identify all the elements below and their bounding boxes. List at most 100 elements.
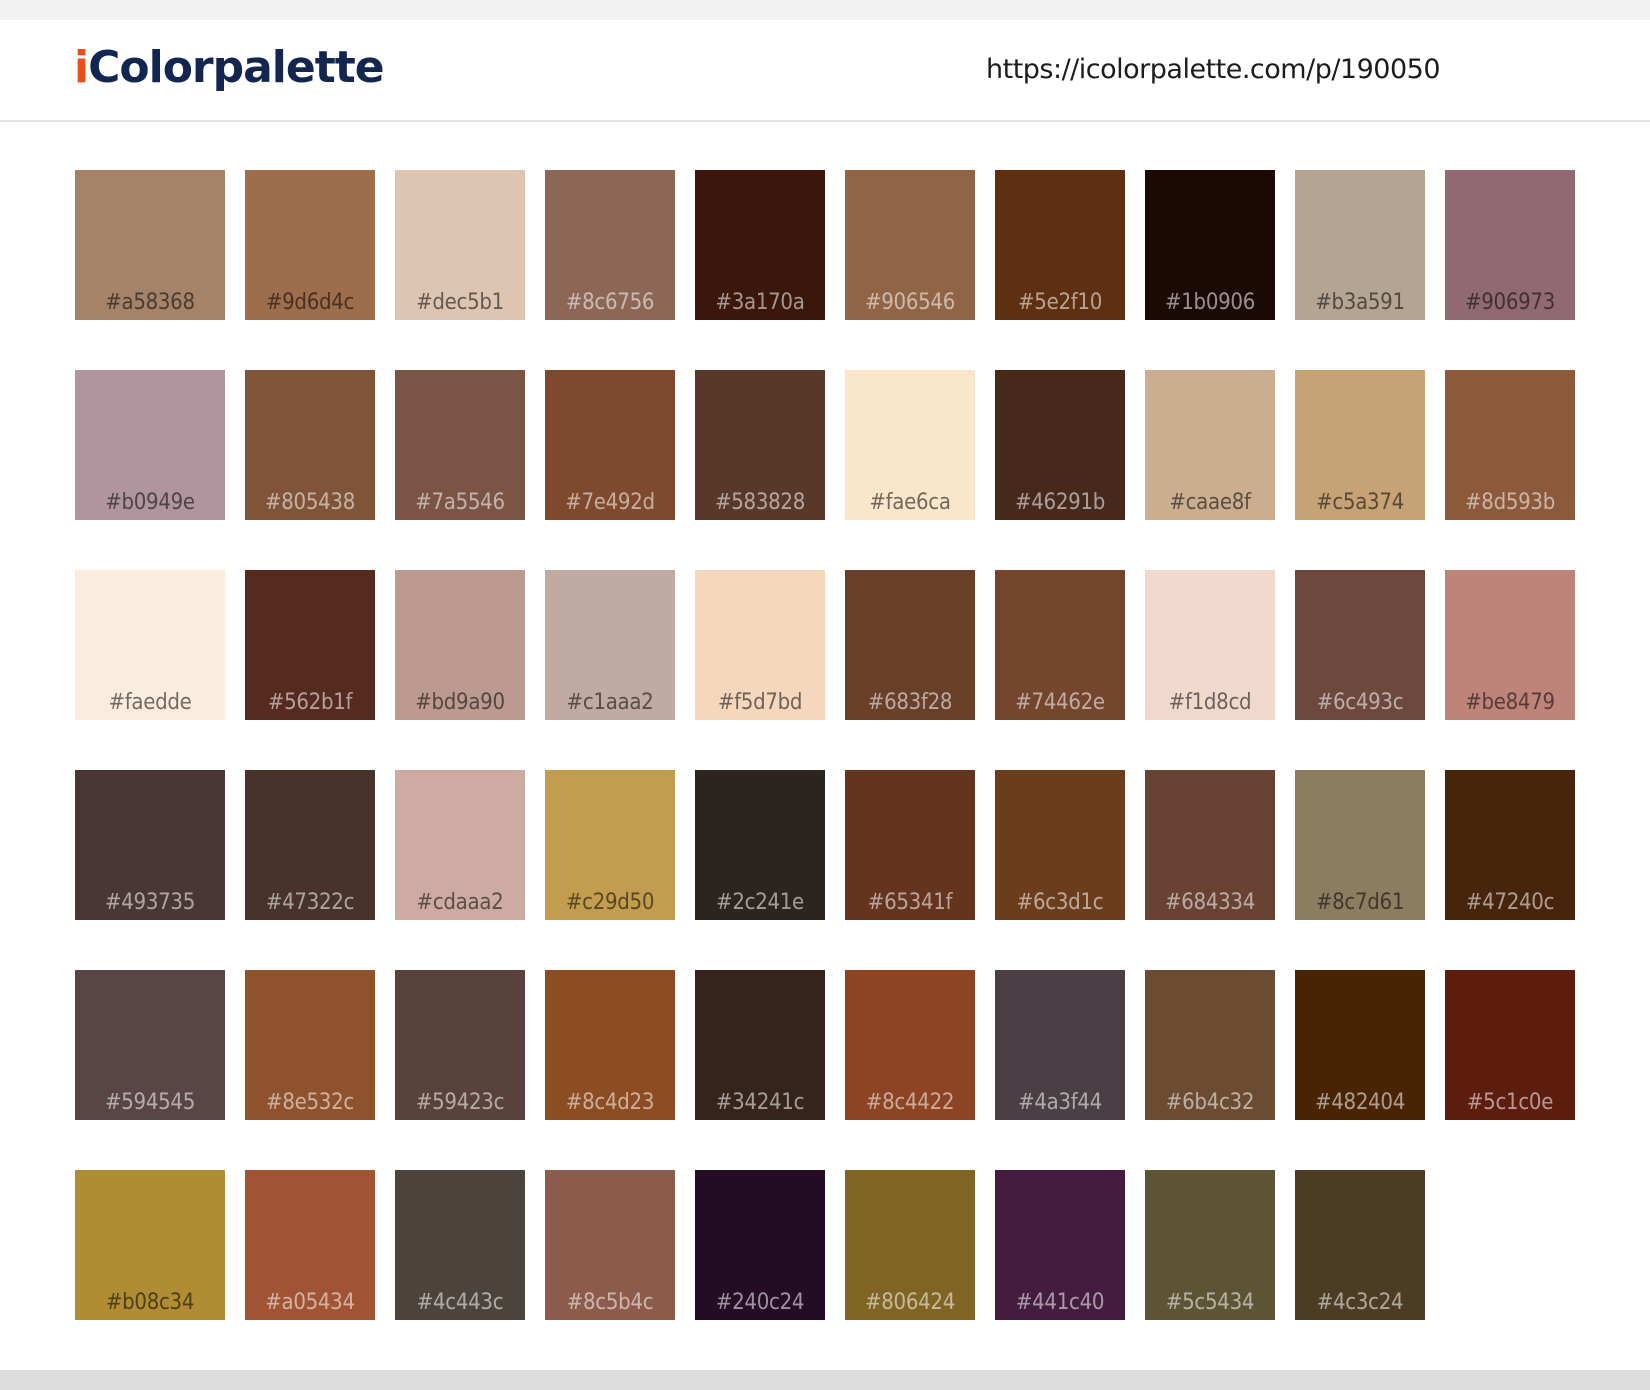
color-swatch[interactable]: #7e492d xyxy=(545,370,675,520)
color-swatch[interactable]: #59423c xyxy=(395,970,525,1120)
color-swatch[interactable]: #562b1f xyxy=(245,570,375,720)
swatch-hex-label: #805438 xyxy=(264,490,356,515)
color-swatch[interactable]: #8c4d23 xyxy=(545,970,675,1120)
color-swatch[interactable]: #1b0906 xyxy=(1145,170,1275,320)
color-swatch[interactable]: #4c3c24 xyxy=(1295,1170,1425,1320)
color-swatch-grid: #a58368 #9d6d4c #dec5b1 #8c6756 #3a170a #9065… xyxy=(75,170,1575,1340)
color-swatch[interactable]: #c29d50 xyxy=(545,770,675,920)
color-swatch[interactable]: #906546 xyxy=(845,170,975,320)
color-swatch[interactable]: #f1d8cd xyxy=(1145,570,1275,720)
swatch-hex-label: #5c1c0e xyxy=(1466,1090,1554,1115)
color-swatch[interactable]: #46291b xyxy=(995,370,1125,520)
color-swatch[interactable]: #6c3d1c xyxy=(995,770,1125,920)
color-swatch[interactable]: #be8479 xyxy=(1445,570,1575,720)
color-swatch[interactable]: #8e532c xyxy=(245,970,375,1120)
color-swatch[interactable]: #8c6756 xyxy=(545,170,675,320)
swatch-hex-label: #faedde xyxy=(108,690,192,715)
palette-url[interactable]: https://icolorpalette.com/p/190050 xyxy=(986,56,1441,83)
color-swatch[interactable]: #8c5b4c xyxy=(545,1170,675,1320)
color-swatch[interactable]: #805438 xyxy=(245,370,375,520)
color-swatch[interactable]: #a58368 xyxy=(75,170,225,320)
color-swatch[interactable]: #faedde xyxy=(75,570,225,720)
swatch-hex-label: #7a5546 xyxy=(415,490,505,515)
color-swatch[interactable]: #5e2f10 xyxy=(995,170,1125,320)
swatch-hex-label: #b0949e xyxy=(105,490,195,515)
swatch-hex-label: #59423c xyxy=(415,1090,505,1115)
color-swatch[interactable]: #c1aaa2 xyxy=(545,570,675,720)
color-swatch[interactable]: #47240c xyxy=(1445,770,1575,920)
swatch-hex-label: #583828 xyxy=(714,490,806,515)
swatch-hex-label: #8c4422 xyxy=(865,1090,955,1115)
color-swatch[interactable]: #9d6d4c xyxy=(245,170,375,320)
swatch-hex-label: #1b0906 xyxy=(1164,290,1255,315)
swatch-hex-label: #65341f xyxy=(867,890,953,915)
color-swatch[interactable]: #3a170a xyxy=(695,170,825,320)
color-swatch[interactable]: #7a5546 xyxy=(395,370,525,520)
color-swatch[interactable]: #bd9a90 xyxy=(395,570,525,720)
swatch-hex-label: #dec5b1 xyxy=(416,290,504,315)
color-swatch[interactable]: #fae6ca xyxy=(845,370,975,520)
swatch-hex-label: #8c7d61 xyxy=(1315,890,1405,915)
swatch-hex-label: #8c4d23 xyxy=(565,1090,655,1115)
swatch-hex-label: #c29d50 xyxy=(565,890,655,915)
swatch-hex-label: #2c241e xyxy=(716,890,804,915)
swatch-hex-label: #3a170a xyxy=(715,290,805,315)
swatch-hex-label: #caae8f xyxy=(1169,490,1251,515)
swatch-hex-label: #4c3c24 xyxy=(1316,1290,1404,1315)
swatch-hex-label: #8e532c xyxy=(266,1090,354,1115)
color-swatch[interactable]: #2c241e xyxy=(695,770,825,920)
color-swatch[interactable]: #5c1c0e xyxy=(1445,970,1575,1120)
color-swatch[interactable]: #65341f xyxy=(845,770,975,920)
color-swatch[interactable]: #583828 xyxy=(695,370,825,520)
color-swatch[interactable]: #a05434 xyxy=(245,1170,375,1320)
color-swatch[interactable]: #4a3f44 xyxy=(995,970,1125,1120)
color-swatch[interactable]: #441c40 xyxy=(995,1170,1125,1320)
swatch-hex-label: #34241c xyxy=(715,1090,805,1115)
swatch-hex-label: #684334 xyxy=(1164,890,1256,915)
color-swatch[interactable]: #482404 xyxy=(1295,970,1425,1120)
swatch-hex-label: #b3a591 xyxy=(1315,290,1405,315)
color-swatch[interactable]: #74462e xyxy=(995,570,1125,720)
swatch-hex-label: #c1aaa2 xyxy=(566,690,654,715)
color-swatch[interactable]: #683f28 xyxy=(845,570,975,720)
color-swatch[interactable]: #240c24 xyxy=(695,1170,825,1320)
logo-accent: i xyxy=(74,42,89,93)
swatch-hex-label: #906546 xyxy=(864,290,956,315)
swatch-hex-label: #47322c xyxy=(265,890,355,915)
color-swatch[interactable]: #806424 xyxy=(845,1170,975,1320)
color-swatch[interactable]: #493735 xyxy=(75,770,225,920)
swatch-hex-label: #7e492d xyxy=(565,490,655,515)
color-swatch[interactable]: #5c5434 xyxy=(1145,1170,1275,1320)
color-swatch[interactable]: #6c493c xyxy=(1295,570,1425,720)
color-swatch[interactable]: #4c443c xyxy=(395,1170,525,1320)
swatch-hex-label: #47240c xyxy=(1465,890,1555,915)
color-swatch[interactable]: #c5a374 xyxy=(1295,370,1425,520)
color-swatch[interactable]: #34241c xyxy=(695,970,825,1120)
color-swatch[interactable]: #b0949e xyxy=(75,370,225,520)
site-logo[interactable]: iColorpalette xyxy=(74,46,385,90)
color-swatch[interactable]: #cdaaa2 xyxy=(395,770,525,920)
color-swatch[interactable]: #8c7d61 xyxy=(1295,770,1425,920)
swatch-hex-label: #fae6ca xyxy=(869,490,951,515)
swatch-hex-label: #5c5434 xyxy=(1165,1290,1255,1315)
swatch-hex-label: #240c24 xyxy=(715,1290,805,1315)
color-swatch[interactable]: #8d593b xyxy=(1445,370,1575,520)
color-swatch[interactable]: #f5d7bd xyxy=(695,570,825,720)
swatch-hex-label: #8d593b xyxy=(1465,490,1555,515)
color-swatch[interactable]: #684334 xyxy=(1145,770,1275,920)
color-swatch[interactable]: #8c4422 xyxy=(845,970,975,1120)
color-swatch[interactable]: #b08c34 xyxy=(75,1170,225,1320)
color-swatch[interactable]: #dec5b1 xyxy=(395,170,525,320)
color-swatch[interactable]: #906973 xyxy=(1445,170,1575,320)
swatch-hex-label: #683f28 xyxy=(867,690,953,715)
swatch-hex-label: #493735 xyxy=(104,890,196,915)
color-swatch[interactable]: #47322c xyxy=(245,770,375,920)
swatch-hex-label: #a05434 xyxy=(265,1290,355,1315)
swatch-hex-label: #c5a374 xyxy=(1316,490,1404,515)
color-swatch[interactable]: #caae8f xyxy=(1145,370,1275,520)
color-swatch[interactable]: #594545 xyxy=(75,970,225,1120)
swatch-hex-label: #562b1f xyxy=(267,690,353,715)
color-swatch[interactable]: #b3a591 xyxy=(1295,170,1425,320)
color-swatch[interactable]: #6b4c32 xyxy=(1145,970,1275,1120)
site-header: iColorpalette https://icolorpalette.com/… xyxy=(0,20,1650,122)
